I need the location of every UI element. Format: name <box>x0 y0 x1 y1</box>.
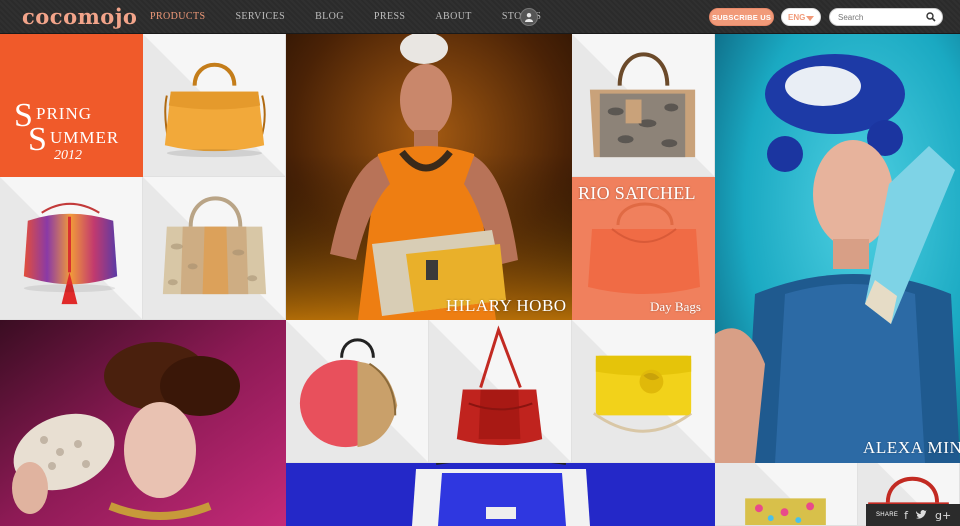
language-value: ENG <box>788 12 806 22</box>
user-icon <box>525 13 533 22</box>
product-tile-python-tan[interactable] <box>572 34 715 177</box>
nav-about[interactable]: ABOUT <box>435 11 471 22</box>
alexa-mini-feature[interactable]: ALEXA MINI <box>715 34 960 463</box>
top-bar: cocomojo PRODUCTS SERVICES BLOG PRESS AB… <box>0 0 960 34</box>
search-box <box>829 8 943 26</box>
yellow-clutch-image <box>592 355 693 433</box>
product-tile-red-hobo[interactable] <box>286 320 429 463</box>
summer-label: UMMER <box>50 128 120 147</box>
python-tan-tote-image <box>589 52 696 158</box>
clutch-model-feature[interactable] <box>0 320 286 526</box>
main-nav: PRODUCTS SERVICES BLOG PRESS ABOUT STORE… <box>150 11 571 22</box>
yellow-tote-image <box>164 62 266 158</box>
year-label: 2012 <box>54 148 82 163</box>
nav-services[interactable]: SERVICES <box>235 11 285 22</box>
product-tile-floral[interactable] <box>715 463 858 526</box>
language-select[interactable]: ENG <box>781 8 821 26</box>
product-tile-yellow-tote[interactable] <box>143 34 286 177</box>
search-input[interactable] <box>838 11 926 24</box>
magenta-model-image <box>0 320 286 526</box>
python-tote-image <box>162 196 267 295</box>
product-tile-yellow-clutch[interactable] <box>572 320 715 463</box>
hilary-hobo-model-image <box>286 34 572 320</box>
twitter-icon[interactable] <box>916 510 928 520</box>
blue-bag-image <box>286 463 715 526</box>
spring-summer-tile[interactable]: S PRING S UMMER 2012 <box>0 34 143 177</box>
chevron-down-icon <box>806 16 814 21</box>
subscribe-button[interactable]: SUBSCRIBE US <box>709 8 774 26</box>
red-hobo-image <box>299 338 398 448</box>
facebook-icon[interactable]: f <box>904 509 908 522</box>
rio-satchel-tile[interactable]: RIO SATCHEL Day Bags <box>572 177 715 320</box>
product-tile-striped-bucket[interactable] <box>0 177 143 320</box>
red-shoulder-bag-image <box>456 325 543 446</box>
alexa-mini-caption: ALEXA MINI <box>863 438 960 457</box>
product-tile-red-shoulder[interactable] <box>429 320 572 463</box>
nav-blog[interactable]: BLOG <box>315 11 344 22</box>
striped-bucket-bag-image <box>23 202 118 305</box>
google-plus-icon[interactable]: g+ <box>935 509 951 522</box>
rio-satchel-subtitle: Day Bags <box>650 299 701 314</box>
share-label: SHARE <box>876 512 899 518</box>
user-account-button[interactable] <box>520 8 538 26</box>
big-s-2: S <box>28 121 47 158</box>
nav-products[interactable]: PRODUCTS <box>150 11 205 22</box>
alexa-mini-model-image <box>715 34 960 463</box>
nav-press[interactable]: PRESS <box>374 11 405 22</box>
floral-bag-image <box>745 498 826 525</box>
product-tile-python-tote[interactable] <box>143 177 286 320</box>
hilary-hobo-caption: HILARY HOBO <box>446 296 567 315</box>
share-bar: SHARE f g+ <box>866 504 960 526</box>
search-icon[interactable] <box>926 12 936 22</box>
blue-bag-feature[interactable] <box>286 463 715 526</box>
rio-satchel-title: RIO SATCHEL <box>578 183 696 203</box>
logo[interactable]: cocomojo <box>22 4 137 29</box>
hilary-hobo-feature[interactable]: HILARY HOBO <box>286 34 572 320</box>
